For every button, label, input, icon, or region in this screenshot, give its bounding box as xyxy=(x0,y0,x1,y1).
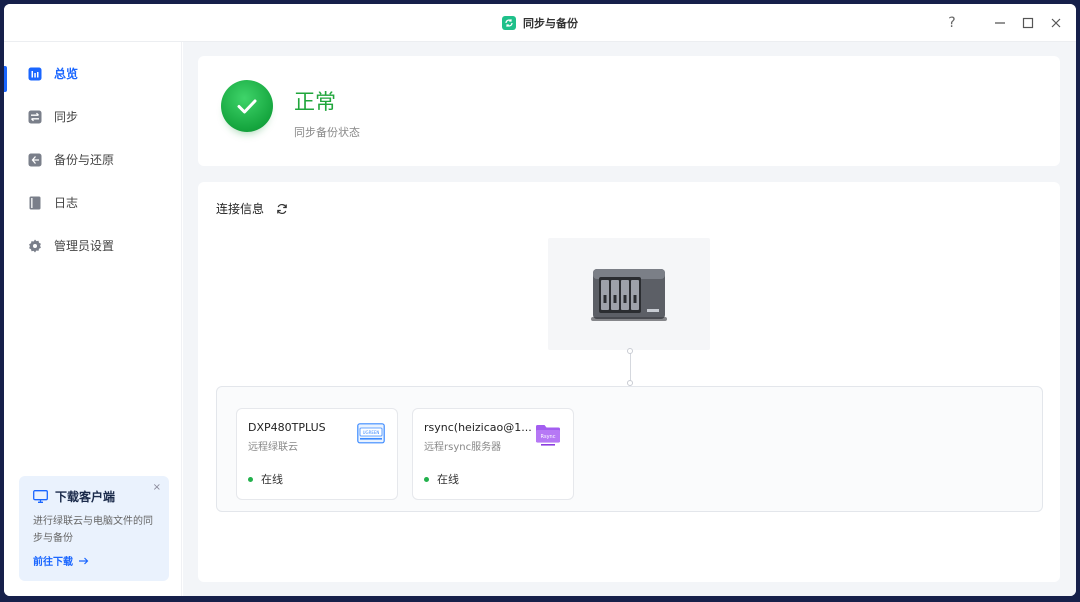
promo-close-button[interactable]: × xyxy=(153,482,161,493)
sidebar-item-overview[interactable]: 总览 xyxy=(4,52,181,95)
main-content: 正常 同步备份状态 连接信息 DXP480TPLUS 远程绿联云 UGREEN … xyxy=(183,42,1076,596)
connector-dot-top xyxy=(627,348,633,354)
app-window: 同步与备份 ? 总览 同步 备份与还原 日志 管理员设置 × 下载客户端 进行绿… xyxy=(4,4,1076,596)
window-title-group: 同步与备份 xyxy=(4,4,1076,42)
help-button[interactable]: ? xyxy=(942,13,962,33)
svg-text:UGREEN: UGREEN xyxy=(363,430,380,435)
sidebar-item-sync[interactable]: 同步 xyxy=(4,95,181,138)
minimize-button[interactable] xyxy=(990,13,1010,33)
close-icon xyxy=(1051,18,1061,28)
promo-description: 进行绿联云与电脑文件的同步与备份 xyxy=(33,516,153,544)
online-dot-icon xyxy=(424,476,429,482)
chart-bars-icon xyxy=(28,67,42,81)
download-link[interactable]: 前往下载 xyxy=(33,553,155,568)
nas-device-icon xyxy=(591,269,667,321)
connection-header: 连接信息 xyxy=(216,200,288,217)
sidebar-item-label: 日志 xyxy=(54,196,79,210)
target-status-label: 在线 xyxy=(261,473,283,486)
status-ok-icon xyxy=(221,80,273,132)
maximize-icon xyxy=(1022,17,1034,29)
arrow-right-icon xyxy=(79,557,89,564)
svg-text:Rsync: Rsync xyxy=(541,434,556,440)
sidebar-item-log[interactable]: 日志 xyxy=(4,181,181,224)
window-controls: ? xyxy=(942,4,1066,42)
app-sync-icon xyxy=(502,16,516,30)
sidebar: 总览 同步 备份与还原 日志 管理员设置 × 下载客户端 进行绿联云与电脑文件的… xyxy=(4,42,182,596)
rsync-folder-icon: Rsync xyxy=(535,423,561,451)
promo-title: 下载客户端 xyxy=(55,490,116,504)
sidebar-item-label: 管理员设置 xyxy=(54,239,115,253)
status-subtitle: 同步备份状态 xyxy=(294,126,360,139)
online-dot-icon xyxy=(248,476,253,482)
sync-arrows-icon xyxy=(28,110,42,124)
status-title: 正常 xyxy=(294,90,336,114)
log-book-icon xyxy=(28,196,42,210)
sidebar-item-label: 备份与还原 xyxy=(54,153,115,167)
target-status: 在线 xyxy=(248,471,283,487)
ugreen-logo-icon: UGREEN xyxy=(357,423,385,449)
maximize-button[interactable] xyxy=(1018,13,1038,33)
window-title: 同步与备份 xyxy=(523,17,578,30)
target-card-ugreen[interactable]: DXP480TPLUS 远程绿联云 UGREEN 在线 xyxy=(236,408,398,500)
status-card: 正常 同步备份状态 xyxy=(198,56,1060,166)
download-client-promo: × 下载客户端 进行绿联云与电脑文件的同步与备份 前往下载 xyxy=(19,476,169,581)
promo-title-row: 下载客户端 xyxy=(33,488,155,505)
refresh-icon[interactable] xyxy=(276,203,288,215)
nas-device-image xyxy=(548,238,710,350)
backup-restore-icon xyxy=(28,153,42,167)
sidebar-item-backup-restore[interactable]: 备份与还原 xyxy=(4,138,181,181)
download-link-label: 前往下载 xyxy=(33,557,73,568)
sidebar-item-label: 同步 xyxy=(54,110,79,124)
close-button[interactable] xyxy=(1046,13,1066,33)
connection-title: 连接信息 xyxy=(216,202,265,216)
target-status-label: 在线 xyxy=(437,473,459,486)
monitor-icon xyxy=(33,490,48,503)
target-name: DXP480TPLUS xyxy=(248,421,326,434)
sidebar-nav: 总览 同步 备份与还原 日志 管理员设置 xyxy=(4,42,181,267)
sidebar-item-admin-settings[interactable]: 管理员设置 xyxy=(4,224,181,267)
sidebar-item-label: 总览 xyxy=(54,67,79,81)
target-card-rsync[interactable]: rsync(heizicao@1... 远程rsync服务器 Rsync 在线 xyxy=(412,408,574,500)
title-bar: 同步与备份 ? xyxy=(4,4,1076,42)
connection-targets: DXP480TPLUS 远程绿联云 UGREEN 在线 rsync(heizic… xyxy=(216,386,1043,512)
gear-icon xyxy=(28,239,42,253)
connection-info-card: 连接信息 DXP480TPLUS 远程绿联云 UGREEN 在线 rsync(h… xyxy=(198,182,1060,582)
target-name: rsync(heizicao@1... xyxy=(424,421,532,434)
target-status: 在线 xyxy=(424,471,459,487)
minimize-icon xyxy=(995,22,1005,24)
